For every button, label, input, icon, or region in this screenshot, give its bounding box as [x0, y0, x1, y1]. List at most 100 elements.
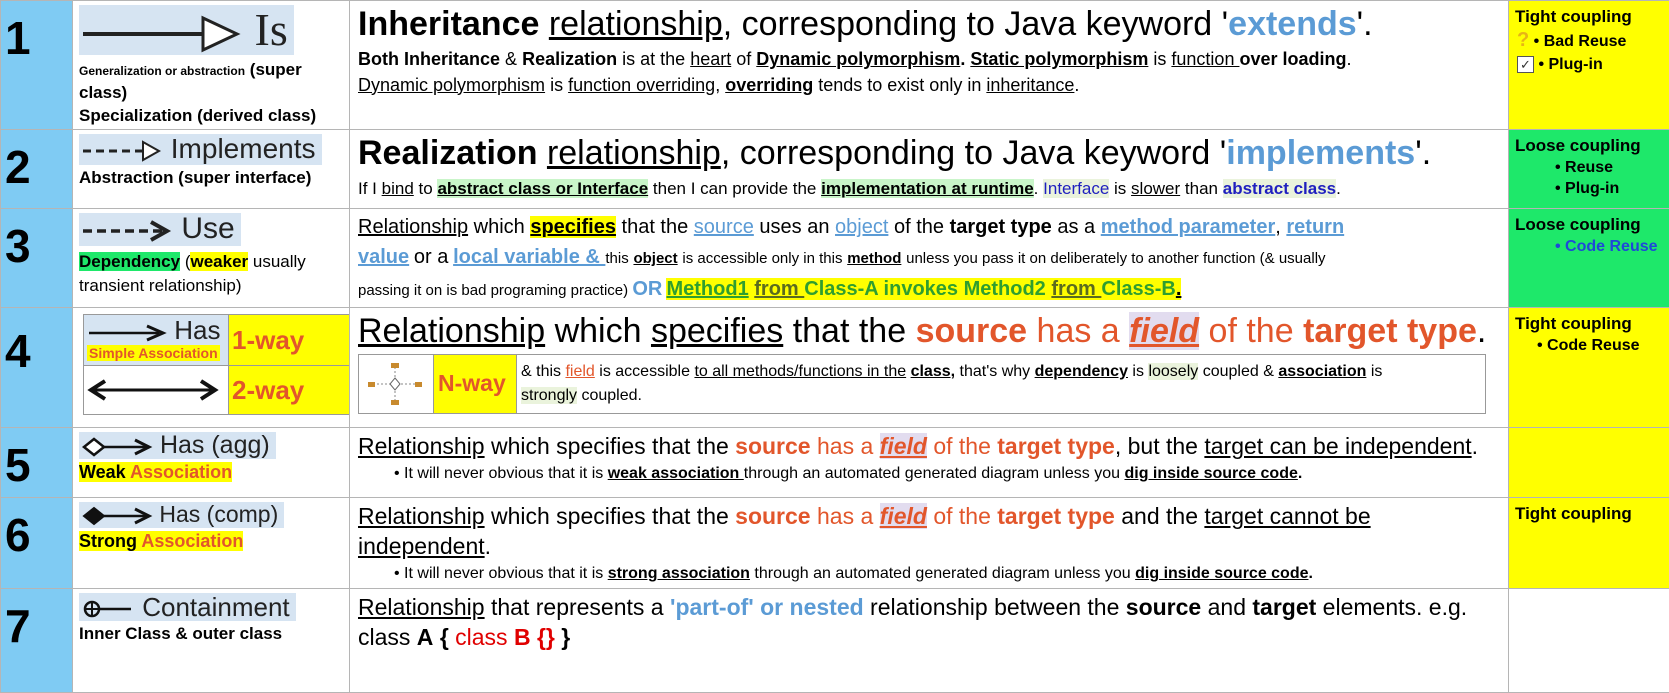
hollow-diamond-arrow-icon	[81, 435, 153, 459]
t: function overriding	[568, 75, 715, 95]
description-cell: Relationship which specifies that the so…	[350, 428, 1509, 498]
t: heart	[690, 49, 731, 69]
t: .	[1309, 565, 1313, 582]
t: passing it on is bad programing practice…	[358, 282, 628, 299]
coupling-title: Loose coupling	[1515, 214, 1665, 235]
row-number: 4	[1, 308, 73, 428]
symbol-cell: Implements Abstraction (super interface)	[73, 130, 350, 209]
t: ,	[715, 75, 720, 95]
symbol-cell: Containment Inner Class & outer class	[73, 589, 350, 693]
t: .	[1034, 179, 1039, 198]
t: return	[1286, 216, 1344, 238]
symbol-label: Containment	[142, 592, 289, 622]
title-term: Inheritance	[358, 5, 539, 43]
t: {	[440, 624, 449, 650]
row-number: 7	[1, 589, 73, 693]
n-way-label: N-way	[434, 354, 517, 413]
t: strong association	[608, 565, 750, 582]
description-cell: Relationship which specifies that the so…	[350, 498, 1509, 589]
description-cell: Relationship that represents a 'part-of'…	[350, 589, 1509, 693]
t: slower	[1131, 179, 1180, 198]
t: abstract class	[1223, 179, 1336, 198]
t: value	[358, 246, 409, 268]
t: class,	[911, 363, 955, 380]
specialization-label: Specialization (derived class)	[79, 105, 346, 128]
coupling-item: • Code Reuse	[1515, 335, 1665, 357]
checkbox-checked-icon: ✓	[1517, 56, 1534, 73]
coupling-item: • Reuse	[1515, 157, 1665, 179]
t: usually	[248, 252, 306, 271]
symbol-cell: Has Simple Association 1-way 2-wa	[73, 308, 350, 428]
t: Class-A invokes Method2	[804, 278, 1046, 300]
t: that the	[793, 312, 906, 350]
t: B	[514, 624, 531, 650]
t: is accessible	[599, 363, 690, 380]
symbol-cell: Has (agg) Weak Association	[73, 428, 350, 498]
t: method	[847, 250, 901, 267]
t: source	[735, 433, 810, 459]
t: }	[561, 624, 570, 650]
t: which	[555, 312, 642, 350]
t: .	[485, 533, 491, 559]
t: inheritance	[986, 75, 1074, 95]
coupling-item: • Plug-in	[1515, 178, 1665, 200]
t: which specifies that the	[491, 433, 729, 459]
double-arrow-icon	[87, 378, 219, 402]
t: that represents a	[491, 594, 664, 620]
java-keyword: implements	[1226, 134, 1415, 172]
t: target	[1252, 594, 1316, 620]
coupling-item: • Plug-in	[1538, 56, 1602, 73]
coupling-cell: Tight coupling	[1509, 498, 1669, 589]
description-cell: Relationship which specifies that the so…	[350, 209, 1509, 308]
t: .	[1472, 433, 1478, 459]
t: source	[1126, 594, 1201, 620]
symbol-label: Has	[174, 315, 220, 345]
t: Relationship	[358, 594, 485, 620]
symbol-label: Use	[181, 212, 234, 245]
t: class	[358, 624, 410, 650]
t: from	[1051, 278, 1101, 300]
t: is	[1132, 363, 1144, 380]
t: is at the	[622, 49, 685, 69]
symbol-label: Has (agg)	[160, 431, 270, 459]
t: target can be independent	[1204, 433, 1471, 459]
t: A	[417, 624, 434, 650]
t: Relationship	[358, 503, 485, 529]
t: Class-B	[1101, 278, 1175, 300]
one-way-label: 1-way	[229, 315, 350, 366]
coupling-cell	[1509, 589, 1669, 693]
coupling-title: Tight coupling	[1515, 6, 1665, 27]
t: , but the	[1115, 433, 1198, 459]
coupling-cell	[1509, 428, 1669, 498]
t: uses an	[759, 216, 829, 238]
t: which specifies that the	[491, 503, 729, 529]
row-number: 6	[1, 498, 73, 589]
description-cell: Realization relationship, corresponding …	[350, 130, 1509, 209]
coupling-cell: Loose coupling • Reuse • Plug-in	[1509, 130, 1669, 209]
java-keyword: extends	[1228, 5, 1357, 43]
t: association	[1278, 363, 1366, 380]
t: bind	[382, 179, 414, 198]
title-end: '.	[1415, 134, 1431, 172]
row-aggregation: 5 Has (agg) Weak Association Relationshi…	[1, 428, 1669, 498]
row-association: 4 Has Simple Association 1-way	[1, 308, 1669, 428]
t: Dynamic polymorphism	[358, 75, 545, 95]
t: .	[960, 49, 965, 69]
t: specifies	[530, 216, 616, 238]
t: as a	[1057, 216, 1095, 238]
t: .	[1298, 465, 1302, 482]
association-label: Association	[137, 531, 243, 551]
t: target type	[997, 433, 1115, 459]
description-cell: Inheritance relationship, corresponding …	[350, 1, 1509, 130]
t: unless you pass it on deliberately to an…	[906, 250, 1325, 267]
n-way-box: N-way & this field is accessible to all …	[358, 354, 1486, 414]
t: is	[1114, 179, 1126, 198]
coupling-title: Tight coupling	[1515, 313, 1665, 334]
t: class	[455, 624, 507, 650]
row-number: 5	[1, 428, 73, 498]
transient-label: transient relationship)	[79, 275, 346, 297]
t: source	[735, 503, 810, 529]
coupling-title: Loose coupling	[1515, 135, 1665, 156]
t: of the	[1209, 312, 1294, 350]
association-label: Association	[126, 462, 232, 482]
